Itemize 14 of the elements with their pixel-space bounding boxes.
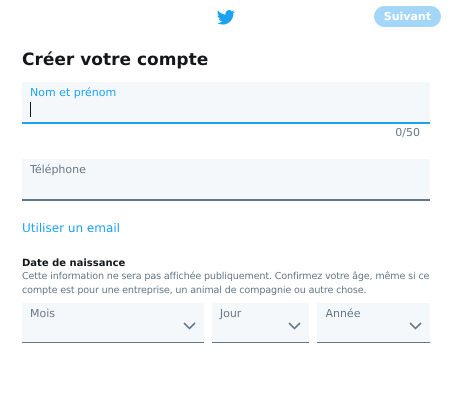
character-counter: 0/50: [395, 126, 420, 139]
text-field[interactable]: Téléphone: [22, 159, 430, 201]
text-field[interactable]: Nom et prénom: [22, 82, 430, 124]
page-title: Créer votre compte: [22, 50, 210, 70]
email-link[interactable]: Utiliser un email: [22, 221, 120, 235]
chevron-icon: [409, 322, 422, 330]
dropdown[interactable]: Année: [317, 303, 430, 343]
section-description: Cette information ne sera pas affichée publiquement. Confirmez votre âge, même si ce compte est pour une entreprise, un animal de compagnie ou autre chose.: [22, 270, 430, 298]
section-heading: Date de naissance: [22, 258, 126, 269]
chevron-icon: [288, 322, 302, 330]
dropdown[interactable]: Mois: [22, 303, 204, 343]
bird-icon: [217, 10, 235, 24]
dropdown[interactable]: Jour: [212, 303, 310, 343]
chevron-icon: [182, 322, 196, 330]
